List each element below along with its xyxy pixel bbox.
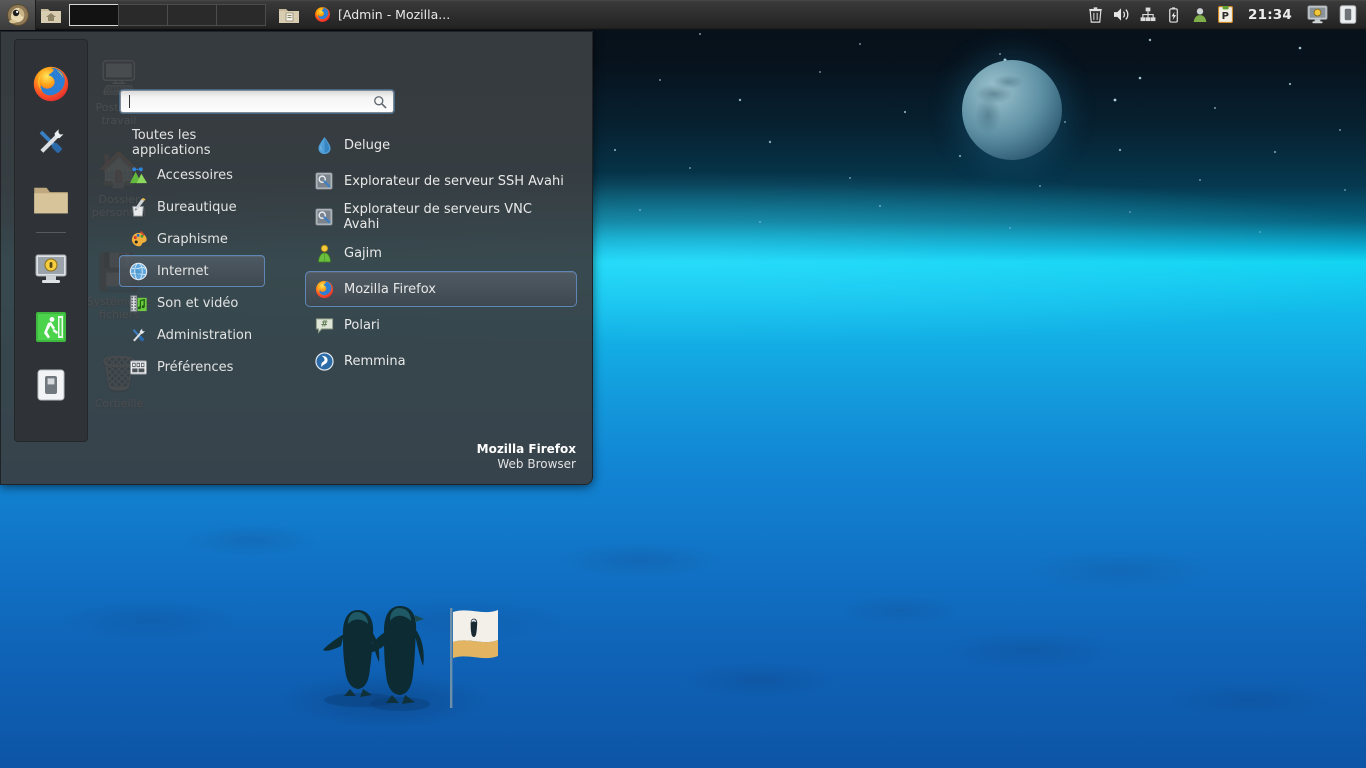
remmina-icon: [314, 351, 334, 371]
system-tray: P 21:34: [1087, 0, 1366, 30]
text-caret: [129, 95, 130, 108]
workspace-3[interactable]: [167, 3, 217, 26]
workspace-4[interactable]: [216, 3, 266, 26]
category-multimedia[interactable]: Son et vidéo: [119, 287, 265, 319]
workspace-2[interactable]: [118, 3, 168, 26]
selected-app-subtitle: Web Browser: [497, 457, 576, 471]
svg-text:#: #: [320, 319, 327, 329]
app-item-label: Gajim: [344, 245, 382, 261]
category-label: Son et vidéo: [157, 295, 239, 311]
preferences-icon: [128, 357, 148, 377]
monitor-icon: [1307, 5, 1327, 24]
penguins-decoration: [323, 606, 498, 711]
app-item-label: Remmina: [344, 353, 406, 369]
workspace-switcher[interactable]: [69, 0, 266, 30]
favorite-firefox[interactable]: [23, 56, 79, 112]
category-internet[interactable]: Internet: [119, 255, 265, 287]
lock-screen-icon: [35, 254, 67, 283]
favorite-lock-screen[interactable]: [23, 241, 79, 297]
folder-documents-icon: [279, 8, 299, 23]
category-accessories[interactable]: Accessoires: [119, 159, 265, 191]
polari-icon: #: [314, 315, 334, 335]
window-task-list[interactable]: [Admin - Mozilla...: [308, 0, 460, 30]
category-office[interactable]: Bureautique: [119, 191, 265, 223]
accessories-icon: [128, 165, 148, 185]
selected-app-description: Mozilla Firefox Web Browser: [477, 442, 576, 472]
network-icon[interactable]: [1139, 6, 1156, 23]
app-item-gajim[interactable]: Gajim: [305, 235, 577, 271]
file-manager-home-launcher[interactable]: [36, 0, 66, 30]
top-panel: [Admin - Mozilla... P 21:34: [0, 0, 1366, 30]
category-label: Administration: [157, 327, 253, 343]
category-administration[interactable]: Administration: [119, 319, 265, 351]
avahi-vnc-icon: [314, 207, 334, 227]
tablet-icon: [1339, 5, 1357, 24]
search-icon: [374, 95, 387, 108]
favorite-log-out[interactable]: [23, 299, 79, 355]
firefox-icon: [33, 66, 69, 102]
battery-icon[interactable]: [1165, 6, 1182, 23]
xfce-mouse-logo-icon: [6, 3, 29, 26]
app-item-label: Explorateur de serveur SSH Avahi: [344, 173, 564, 189]
task-title: [Admin - Mozilla...: [338, 7, 451, 22]
category-preferences[interactable]: Préférences: [119, 351, 265, 383]
category-list: Toutes les applications Accessoires Bure…: [119, 127, 265, 383]
app-item-label: Mozilla Firefox: [344, 281, 436, 297]
volume-icon[interactable]: [1113, 6, 1130, 23]
app-item-deluge[interactable]: Deluge: [305, 127, 577, 163]
file-manager-launcher[interactable]: [274, 0, 304, 30]
switch-user-icon: [37, 369, 65, 401]
user-icon[interactable]: [1191, 6, 1208, 23]
app-item-label: Explorateur de serveurs VNC Avahi: [343, 202, 532, 232]
category-label: Toutes les applications: [132, 128, 211, 158]
administration-icon: [128, 325, 148, 345]
selected-app-title: Mozilla Firefox: [476, 442, 576, 456]
category-all-applications[interactable]: Toutes les applications: [119, 127, 265, 159]
trash-icon[interactable]: [1087, 6, 1104, 23]
search-input[interactable]: [120, 90, 394, 113]
gajim-icon: [314, 243, 334, 263]
app-item-label: Polari: [344, 317, 380, 333]
category-label: Bureautique: [157, 199, 237, 215]
task-button[interactable]: [Admin - Mozilla...: [308, 3, 460, 27]
display-settings-button[interactable]: [1306, 4, 1328, 26]
favorite-switch-user[interactable]: [23, 357, 79, 413]
app-item-remmina[interactable]: Remmina: [305, 343, 577, 379]
clipboard-icon[interactable]: P: [1217, 6, 1234, 23]
app-item-avahi-ssh[interactable]: Explorateur de serveur SSH Avahi: [305, 163, 577, 199]
clock[interactable]: 21:34: [1243, 7, 1297, 23]
folder-home-icon: [41, 8, 61, 23]
folder-icon: [34, 187, 68, 214]
favorite-settings[interactable]: [23, 114, 79, 170]
app-item-label: Deluge: [344, 137, 391, 153]
office-icon: [128, 197, 148, 217]
favorites-sidebar: [14, 39, 88, 442]
application-list: Deluge Explorateur de serveur SSH Avahi: [305, 127, 577, 379]
tools-icon: [39, 129, 64, 153]
workspace-1[interactable]: [69, 3, 119, 26]
app-item-avahi-vnc[interactable]: Explorateur de serveurs VNC Avahi: [305, 199, 577, 235]
graphics-icon: [128, 229, 148, 249]
applications-menu-panel: Toutes les applications Accessoires Bure…: [0, 31, 593, 485]
deluge-drop-icon: [314, 135, 334, 155]
category-graphics[interactable]: Graphisme: [119, 223, 265, 255]
firefox-icon: [315, 7, 330, 22]
svg-text:P: P: [1222, 11, 1229, 22]
internet-globe-icon: [128, 261, 148, 281]
avahi-ssh-icon: [314, 171, 334, 191]
category-label: Accessoires: [157, 167, 233, 183]
category-label: Préférences: [157, 359, 234, 375]
device-button[interactable]: [1337, 4, 1359, 26]
favorite-file-manager[interactable]: [23, 172, 79, 228]
app-item-polari[interactable]: # Polari: [305, 307, 577, 343]
favorites-divider: [36, 232, 66, 233]
app-item-mozilla-firefox[interactable]: Mozilla Firefox: [305, 271, 577, 307]
firefox-icon: [314, 279, 334, 299]
applications-menu-button[interactable]: [0, 0, 36, 30]
multimedia-icon: [128, 293, 148, 313]
category-label: Graphisme: [157, 231, 228, 247]
logout-icon: [36, 312, 66, 342]
moon-planet-decoration: [962, 60, 1062, 160]
category-label: Internet: [157, 263, 209, 279]
